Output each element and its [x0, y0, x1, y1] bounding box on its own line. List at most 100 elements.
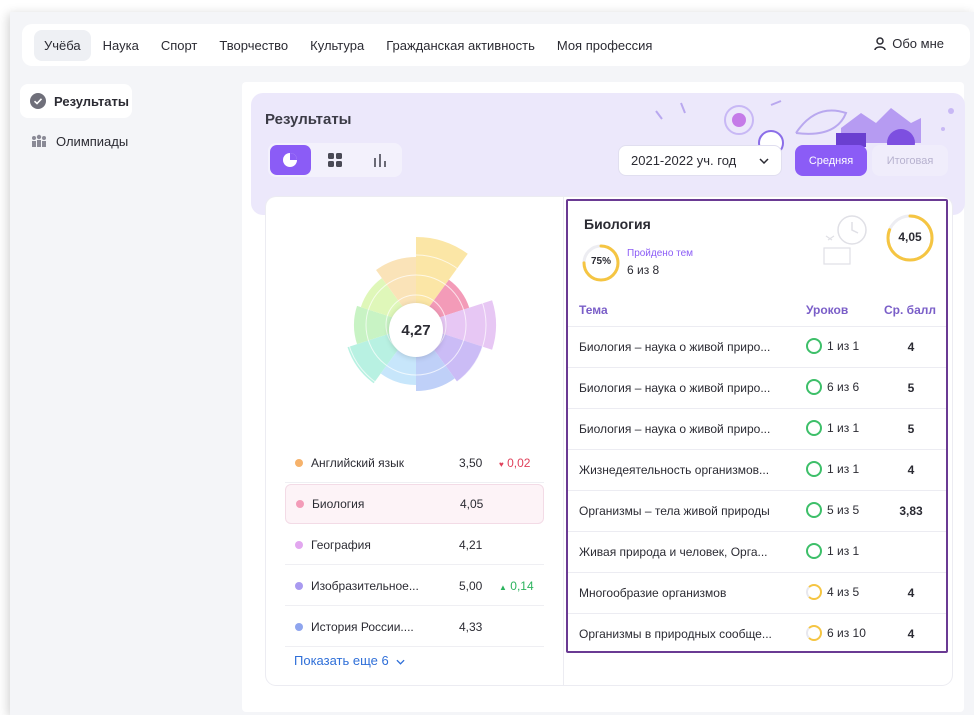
topic-lessons-value: 1 из 1	[827, 462, 860, 476]
topic-name: Биология – наука о живой приро...	[579, 422, 771, 436]
completed-circle-icon	[806, 502, 822, 518]
average-score-value: 4,05	[898, 230, 922, 244]
sidebar-item-label: Олимпиады	[56, 133, 129, 149]
topic-average: 4	[907, 340, 915, 354]
topic-name: Живая природа и человек, Орга...	[579, 545, 768, 559]
subject-score: 4,33	[459, 619, 483, 634]
chevron-down-icon	[396, 659, 405, 665]
school-year-value: 2021-2022 уч. год	[631, 153, 737, 168]
subject-delta-value: 0,14	[510, 578, 534, 593]
nav-item-profession[interactable]: Моя профессия	[547, 30, 663, 61]
view-pie-button[interactable]	[270, 145, 311, 175]
nav-item-culture[interactable]: Культура	[300, 30, 374, 61]
nav-item-civic[interactable]: Гражданская активность	[376, 30, 545, 61]
topic-name: Организмы – тела живой природы	[579, 504, 770, 518]
subject-name: Изобразительное...	[311, 578, 419, 593]
nav-item-science[interactable]: Наука	[93, 30, 149, 61]
topic-average: 5	[907, 381, 915, 395]
completed-circle-icon	[806, 543, 822, 559]
detail-subject-title: Биология	[584, 216, 651, 232]
nav-item-creativity[interactable]: Творчество	[209, 30, 298, 61]
topic-lessons: 6 из 10	[806, 625, 866, 641]
subject-score: 5,00	[459, 578, 483, 593]
show-more-label: Показать еще 6	[294, 653, 389, 668]
passed-topics-label: Пройдено тем	[627, 248, 694, 259]
topic-lessons: 1 из 1	[806, 338, 859, 354]
subject-color-dot	[295, 540, 303, 549]
topic-average: 4	[907, 627, 915, 641]
topic-lessons-value: 5 из 5	[827, 503, 860, 517]
subject-color-dot	[296, 500, 304, 508]
subject-name: Английский язык	[311, 455, 405, 470]
subject-list-item[interactable]: Изобразительное... 5,00 ▲ 0,14	[285, 566, 544, 606]
column-header-lessons: Уроков	[806, 303, 849, 317]
nav-item-sport[interactable]: Спорт	[151, 30, 208, 61]
partial-progress-icon	[806, 584, 822, 600]
topic-table-row[interactable]: Организмы в природных сообще... 6 из 10 4	[568, 613, 946, 654]
completed-circle-icon	[806, 379, 822, 395]
topic-name: Биология – наука о живой приро...	[579, 340, 771, 354]
topic-average: 4	[907, 586, 915, 600]
completed-circle-icon	[806, 338, 822, 354]
topic-table-row[interactable]: Живая природа и человек, Орга... 1 из 1	[568, 531, 946, 572]
subject-list-item[interactable]: История России.... 4,33	[285, 607, 544, 647]
subject-list-item[interactable]: География 4,21	[285, 525, 544, 565]
show-more-link[interactable]: Показать еще 6	[294, 653, 405, 668]
topic-lessons: 1 из 1	[806, 461, 859, 477]
topic-name: Жизнедеятельность организмов...	[579, 463, 770, 477]
nav-item-study[interactable]: Учёба	[34, 29, 91, 61]
topic-lessons-value: 6 из 10	[827, 626, 866, 640]
arrow-down-icon: ♥	[499, 459, 504, 469]
topic-lessons-value: 1 из 1	[827, 544, 860, 558]
top-navigation: Учёба Наука Спорт Творчество Культура Гр…	[22, 24, 970, 66]
topic-lessons-value: 6 из 6	[827, 380, 860, 394]
subject-color-dot	[295, 581, 303, 590]
view-switcher	[268, 143, 402, 177]
topic-table-row[interactable]: Биология – наука о живой приро... 1 из 1 4	[568, 326, 946, 367]
average-button[interactable]: Средняя	[795, 145, 867, 176]
topic-table-row[interactable]: Организмы – тела живой природы 5 из 5 3,83	[568, 490, 946, 531]
about-me-link[interactable]: Обо мне	[874, 36, 944, 51]
topic-table-row[interactable]: Жизнедеятельность организмов... 1 из 1 4	[568, 449, 946, 490]
topic-table-row[interactable]: Биология – наука о живой приро... 1 из 1 5	[568, 408, 946, 449]
check-circle-icon	[30, 92, 46, 110]
topic-lessons: 1 из 1	[806, 420, 859, 436]
bar-chart-icon	[373, 154, 386, 167]
completed-circle-icon	[806, 420, 822, 436]
subject-delta: ♥ 0,02	[499, 456, 530, 470]
final-button[interactable]: Итоговая	[872, 145, 948, 176]
passed-topics-value: 6 из 8	[627, 263, 660, 277]
sidebar-item-label: Результаты	[54, 93, 129, 109]
topic-table-row[interactable]: Многообразие организмов 4 из 5 4	[568, 572, 946, 613]
subject-name: История России....	[311, 619, 414, 634]
partial-progress-icon	[806, 625, 822, 641]
column-header-topic: Тема	[579, 303, 608, 317]
view-bars-button[interactable]	[359, 145, 400, 175]
topic-lessons: 1 из 1	[806, 543, 859, 559]
topic-lessons: 4 из 5	[806, 584, 859, 600]
chevron-down-icon	[759, 157, 769, 164]
column-header-avg: Ср. балл	[884, 303, 936, 317]
sidebar-item-olympiads[interactable]: Олимпиады	[20, 124, 138, 158]
topics-progress-percent: 75%	[590, 256, 611, 267]
subject-color-dot	[295, 622, 303, 631]
view-grid-button[interactable]	[315, 145, 356, 175]
subject-list-item[interactable]: Английский язык 3,50 ♥ 0,02	[285, 443, 544, 483]
sidebar-item-results[interactable]: Результаты	[20, 84, 132, 118]
subject-name: География	[311, 537, 371, 552]
topic-name: Биология – наука о живой приро...	[579, 381, 771, 395]
subject-name: Биология	[312, 497, 365, 511]
topic-average: 5	[907, 422, 915, 436]
topic-lessons: 5 из 5	[806, 502, 859, 518]
arrow-up-icon: ▲	[499, 582, 507, 592]
user-icon	[874, 36, 886, 50]
school-year-select[interactable]: 2021-2022 уч. год	[618, 145, 782, 176]
subject-delta-value: 0,02	[507, 455, 531, 470]
topic-lessons-value: 1 из 1	[827, 339, 860, 353]
pie-chart-icon	[283, 153, 298, 167]
subject-list-item[interactable]: Биология 4,05	[285, 484, 544, 524]
topic-average: 3,83	[899, 504, 923, 518]
topic-table-row[interactable]: Биология – наука о живой приро... 6 из 6 5	[568, 367, 946, 408]
about-me-label: Обо мне	[892, 36, 944, 51]
card-divider	[563, 197, 564, 685]
